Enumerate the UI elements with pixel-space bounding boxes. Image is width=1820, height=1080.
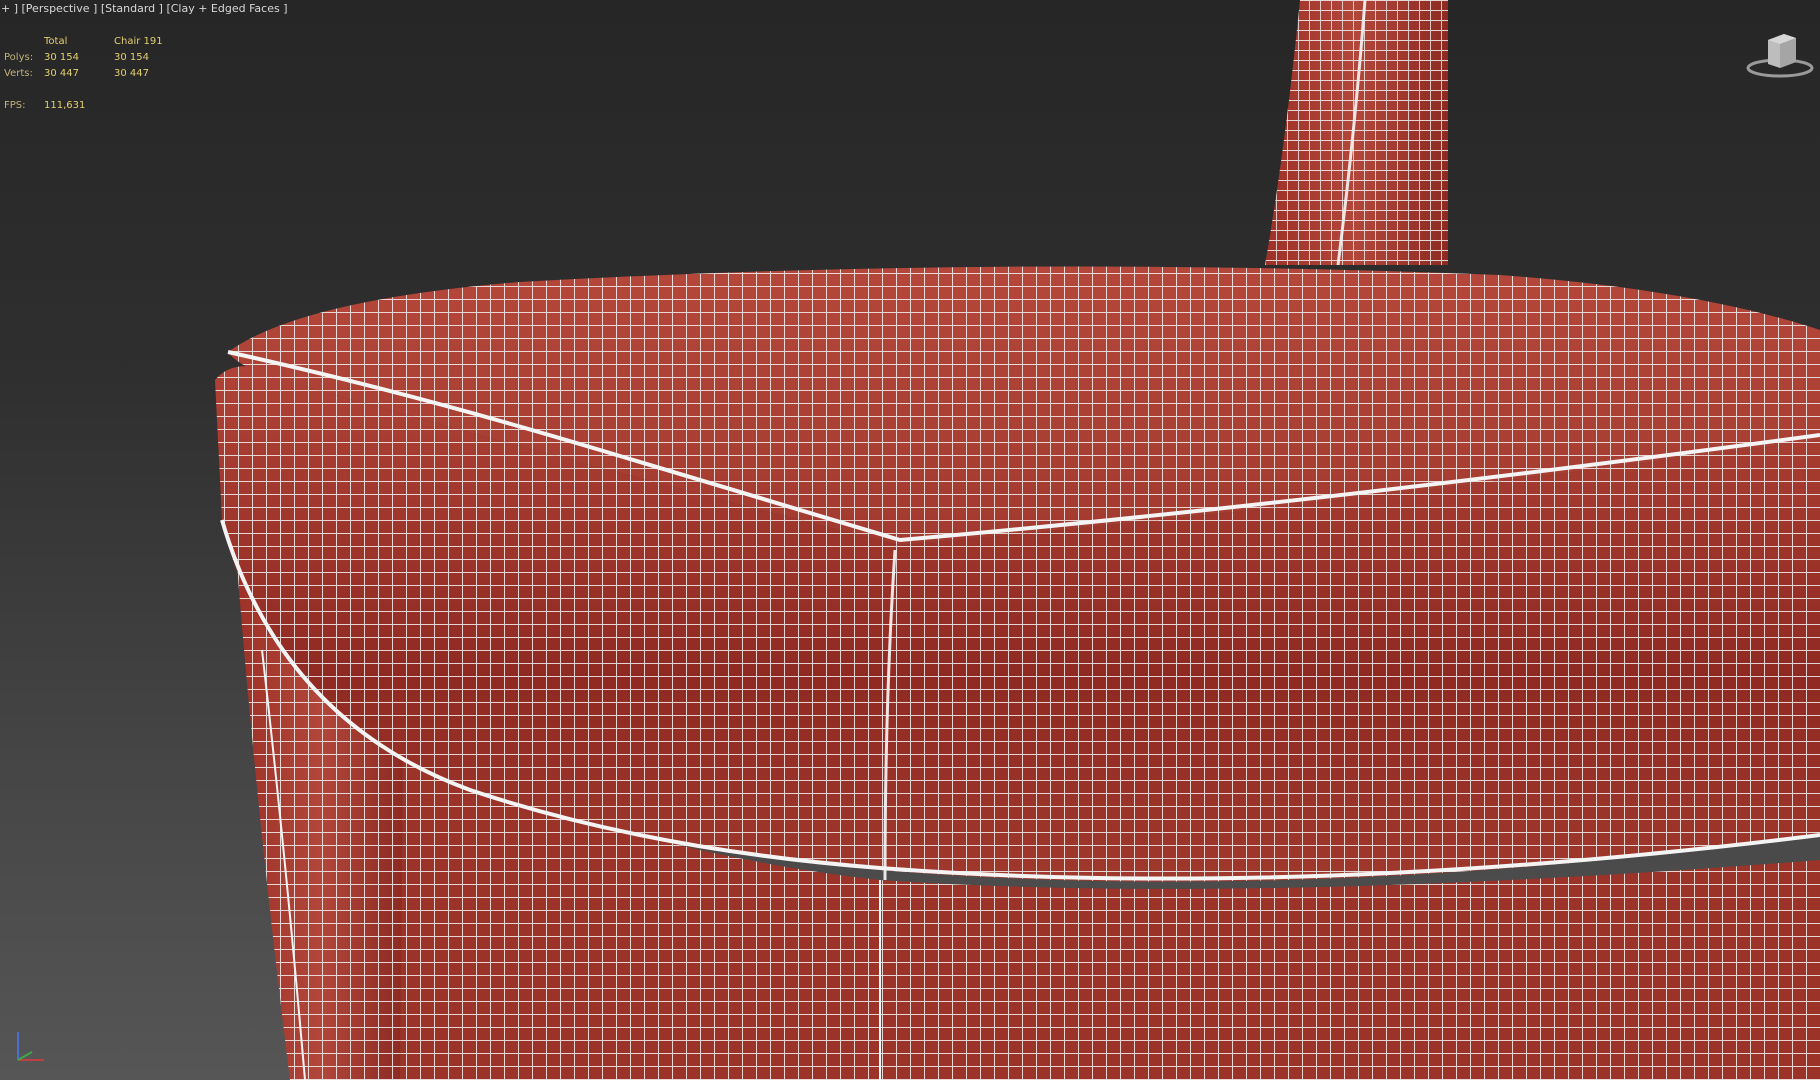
chair-mesh — [215, 0, 1820, 1080]
polys-object: 30 154 — [114, 52, 149, 63]
polys-total: 30 154 — [44, 52, 79, 63]
view-menu[interactable]: [Perspective ] — [22, 2, 98, 15]
viewport-label: + ] [Perspective ] [Standard ] [Clay + E… — [1, 2, 287, 15]
stats-header-total: Total — [44, 36, 68, 47]
viewcube-icon[interactable] — [1744, 28, 1814, 80]
fps-value: 111,631 — [44, 100, 86, 111]
stats-polys-row: Polys: 30 154 30 154 — [4, 50, 194, 66]
verts-total: 30 447 — [44, 68, 79, 79]
fps-label: FPS: — [4, 100, 26, 111]
backrest-post — [1265, 0, 1448, 266]
stats-fps-row: FPS: 111,631 — [4, 98, 194, 114]
verts-label: Verts: — [4, 68, 33, 79]
stats-header-row: Total Chair 191 — [4, 34, 194, 50]
viewport[interactable]: + ] [Perspective ] [Standard ] [Clay + E… — [0, 0, 1820, 1080]
verts-object: 30 447 — [114, 68, 149, 79]
stats-header-object: Chair 191 — [114, 36, 163, 47]
axis-tripod-icon — [17, 1032, 44, 1061]
stats-verts-row: Verts: 30 447 30 447 — [4, 66, 194, 82]
viewport-menu[interactable]: + ] — [1, 2, 18, 15]
shading-menu[interactable]: [Standard ] — [101, 2, 163, 15]
stats-header-blank — [4, 34, 44, 50]
display-style-menu[interactable]: [Clay + Edged Faces ] — [166, 2, 287, 15]
statistics-overlay: Total Chair 191 Polys: 30 154 30 154 Ver… — [4, 34, 194, 114]
polys-label: Polys: — [4, 52, 34, 63]
